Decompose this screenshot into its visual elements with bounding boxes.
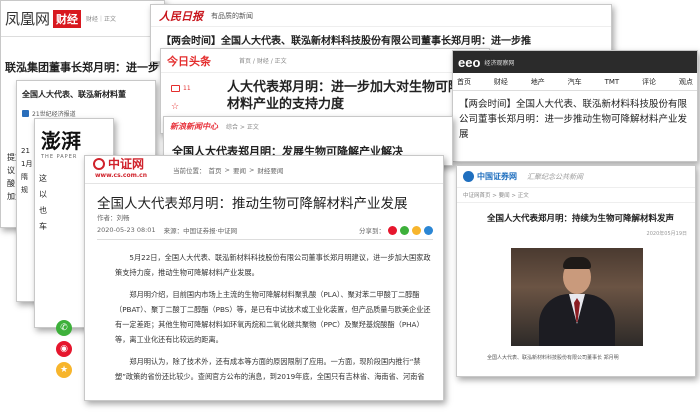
eeo-nav-finance[interactable]: 财经 — [494, 77, 508, 87]
toutiao-headline: 人大代表郑月明：进一步加大对生物可降解材料产业的支持力度 — [227, 80, 475, 112]
qq-share-icon[interactable] — [412, 225, 421, 235]
ifeng-breadcrumb: 财经｜正文 — [86, 16, 117, 23]
ifeng-headline: 联泓集团董事长郑月明：进一步 — [5, 61, 159, 74]
eeo-logo[interactable]: eeo — [458, 55, 480, 70]
people-tagline: 有品质的新闻 — [211, 11, 253, 20]
weibo-share-icon[interactable] — [388, 225, 397, 235]
cnstock-breadcrumb: 中证网首页 > 要闻 > 正文 — [457, 188, 695, 203]
share-rail: ✆ ◉ ★ — [56, 320, 72, 378]
star-icon[interactable]: ☆ — [171, 102, 201, 112]
toutiao-header: 今日头条 首页 / 财经 / 正文 — [161, 49, 489, 73]
cs-logo: 中证网 — [108, 156, 145, 171]
comment-icon[interactable] — [171, 85, 180, 92]
cs-logo-row: 中证网 — [93, 158, 147, 170]
cs-paragraph: 郑月明介绍，目前国内市场上主流的生物可降解材料聚乳酸（PLA）、聚对苯二甲酸丁二… — [115, 290, 431, 344]
portrait-hair — [563, 257, 591, 269]
thepaper-logo[interactable]: 澎湃 — [41, 125, 107, 154]
more-share-icon[interactable] — [424, 225, 433, 235]
cs-breadcrumb-sep: > — [224, 165, 230, 174]
cs-article-card: 中证网 www.cs.com.cn 当前位置： 首页 > 要闻 > 财经要闻 全… — [84, 155, 444, 401]
thepaper-body: 这 以 也 车 — [39, 171, 47, 235]
cs-article-body: 5月22日，全国人大代表、联泓新材料科技股份有限公司董事长郑月明建议，进一步加大… — [115, 250, 433, 384]
cnstock-photo — [511, 248, 643, 346]
toutiao-comment-count: 11 — [183, 85, 191, 92]
cnstock-date: 2020年05月19日 — [646, 231, 687, 237]
p21-source-icon — [22, 110, 29, 117]
cs-paragraph: 郑月明认为，除了技术外，还有成本等方面的原因限制了应用。一方面，现阶段国内推行“… — [115, 357, 425, 381]
cs-logo-block[interactable]: 中证网 www.cs.com.cn — [93, 158, 147, 181]
cs-breadcrumb-finance[interactable]: 财经要闻 — [257, 165, 283, 175]
cs-headline: 全国人大代表郑月明：推动生物可降解材料产业发展 — [97, 196, 408, 212]
eeo-nav-realestate[interactable]: 地产 — [531, 77, 545, 87]
ifeng-channel-badge[interactable]: 财经 — [53, 9, 82, 28]
p21-headline: 全国人大代表、联泓新材料董 — [22, 90, 126, 99]
wechat-share-icon[interactable] — [400, 225, 409, 235]
eeo-nav-review[interactable]: 评论 — [642, 77, 656, 87]
p21-source: 21世纪经济报道 — [32, 111, 76, 118]
cs-share-label: 分享到： — [359, 227, 385, 235]
cs-breadcrumb: 当前位置： 首页 > 要闻 > 财经要闻 — [173, 165, 283, 175]
cs-logo-icon — [93, 158, 105, 170]
cs-meta-date: 2020-05-23 08:01 — [97, 226, 156, 234]
p21-body: 21 1月 隋 规 — [21, 145, 32, 197]
cs-breadcrumb-sep: > — [248, 165, 255, 174]
cnstock-photo-caption: 全国人大代表、联泓新材料科技股份有限公司董事长 郑月明 — [487, 355, 619, 361]
ifeng-logo[interactable]: 凤凰网 — [5, 8, 50, 29]
thepaper-body-line: 也 — [39, 206, 47, 215]
thepaper-body-line: 这 — [39, 174, 47, 183]
eeo-header: eeo 经济观察网 — [453, 51, 697, 73]
toutiao-sidebar: 11 ☆ — [171, 85, 201, 112]
toutiao-breadcrumb: 首页 / 财经 / 正文 — [239, 58, 287, 65]
people-logo[interactable]: 人民日报 — [159, 8, 203, 24]
thepaper-body-line: 车 — [39, 222, 47, 231]
cnstock-headline: 全国人大代表郑月明：持续为生物可降解材料发声 — [487, 214, 675, 224]
cs-meta-source: 来源：中国证券报·中证网 — [163, 227, 238, 235]
p21-body-line: 隋 — [21, 173, 28, 181]
thepaper-body-line: 以 — [39, 190, 47, 199]
sina-logo[interactable]: 新浪新闻中心 — [170, 121, 218, 132]
eeo-nav-auto[interactable]: 汽车 — [568, 77, 582, 87]
sina-breadcrumb: 综合 > 正文 — [226, 123, 259, 131]
eeo-nav-opinion[interactable]: 观点 — [679, 77, 693, 87]
cnstock-slogan: 汇聚纪念公共新闻 — [527, 172, 583, 181]
cs-paragraph: 5月22日，全国人大代表、联泓新材料科技股份有限公司董事长郑月明建议，进一步加大… — [115, 253, 431, 277]
p21-body-line: 规 — [21, 186, 28, 194]
cnstock-logo[interactable]: 中国证券网 — [477, 171, 517, 182]
p21-body-line: 21 — [21, 147, 30, 155]
qzone-icon[interactable]: ★ — [56, 362, 72, 378]
toutiao-logo[interactable]: 今日头条 — [167, 53, 211, 69]
eeo-nav: 首页 财经 地产 汽车 TMT 评论 观点 — [453, 73, 697, 91]
p21-source-row: 21世纪经济报道 — [22, 109, 76, 118]
cs-breadcrumb-home[interactable]: 首页 — [208, 165, 221, 175]
cnstock-logo-icon — [463, 171, 474, 182]
eeo-nav-home[interactable]: 首页 — [457, 77, 471, 87]
cs-logo-url: www.cs.com.cn — [95, 172, 147, 179]
cnstock-article-card: 中国证券网 汇聚纪念公共新闻 中证网首页 > 要闻 > 正文 全国人大代表郑月明… — [456, 165, 696, 377]
people-header: 人民日报 有品质的新闻 — [151, 5, 611, 27]
ifeng-header: 凤凰网 财经 财经｜正文 — [1, 1, 164, 37]
eeo-article-card: eeo 经济观察网 首页 财经 地产 汽车 TMT 评论 观点 【两会时间】全国… — [452, 50, 698, 162]
sina-header: 新浪新闻中心 综合 > 正文 — [164, 117, 452, 135]
weibo-icon[interactable]: ◉ — [56, 341, 72, 357]
toutiao-comment-row: 11 — [171, 85, 201, 92]
cs-header: 中证网 www.cs.com.cn 当前位置： 首页 > 要闻 > 财经要闻 — [85, 156, 443, 184]
wechat-icon[interactable]: ✆ — [56, 320, 72, 336]
eeo-logo-sub: 经济观察网 — [484, 59, 515, 67]
p21-body-line: 1月 — [21, 160, 33, 168]
cnstock-meta: 2020年05月19日 — [647, 230, 687, 237]
eeo-nav-tmt[interactable]: TMT — [605, 78, 620, 86]
cs-breadcrumb-news[interactable]: 要闻 — [233, 165, 246, 175]
cnstock-header: 中国证券网 汇聚纪念公共新闻 — [457, 166, 695, 188]
cs-meta-row: 2020-05-23 08:01 来源：中国证券报·中证网 分享到： — [97, 225, 433, 240]
cs-breadcrumb-prefix: 当前位置： — [172, 166, 206, 175]
eeo-headline: 【两会时间】全国人大代表、联泓新材料科技股份有限公司董事长郑月明：进一步推动生物… — [459, 99, 688, 140]
cs-author: 作者：刘畅 — [97, 214, 130, 222]
